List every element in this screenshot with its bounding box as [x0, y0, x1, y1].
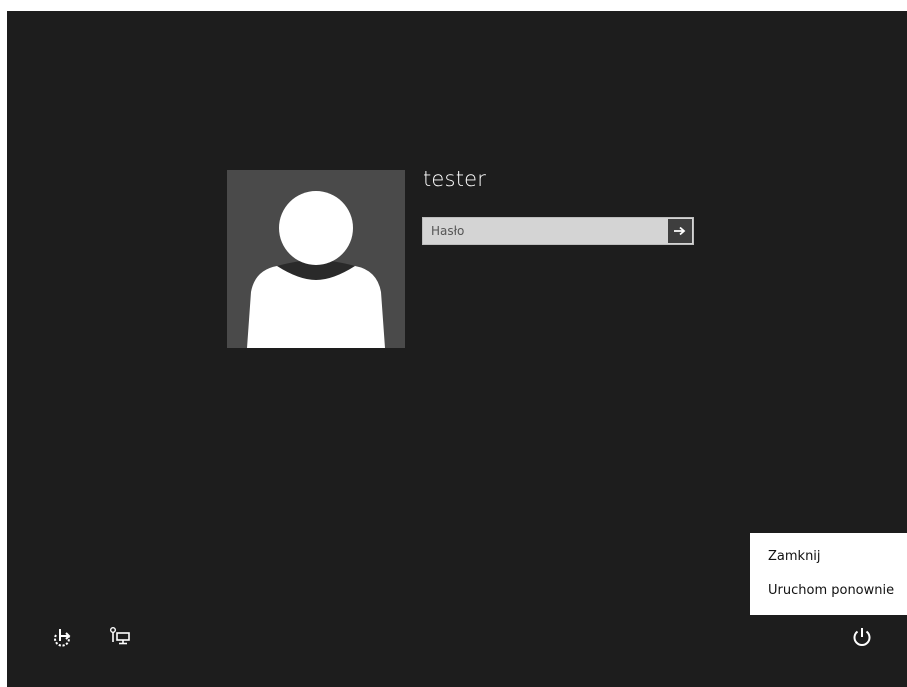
ease-of-access-button[interactable]: [50, 625, 74, 649]
password-field-container: [422, 217, 694, 245]
menu-item-shutdown[interactable]: Zamknij: [768, 549, 821, 564]
username-label: tester: [423, 167, 487, 191]
user-avatar: [227, 170, 405, 348]
power-icon: [853, 628, 871, 646]
network-icon: [110, 627, 130, 645]
password-input[interactable]: [423, 218, 665, 244]
arrow-right-icon: [674, 226, 686, 236]
lock-screen: tester Zamknij Uruchom ponownie: [7, 11, 907, 687]
user-silhouette-icon: [247, 191, 385, 348]
menu-item-restart[interactable]: Uruchom ponownie: [768, 583, 894, 598]
power-menu: Zamknij Uruchom ponownie: [750, 533, 907, 615]
network-button[interactable]: [108, 625, 132, 649]
ease-of-access-icon: [54, 629, 71, 647]
submit-button[interactable]: [668, 219, 692, 243]
power-button[interactable]: [850, 625, 874, 649]
